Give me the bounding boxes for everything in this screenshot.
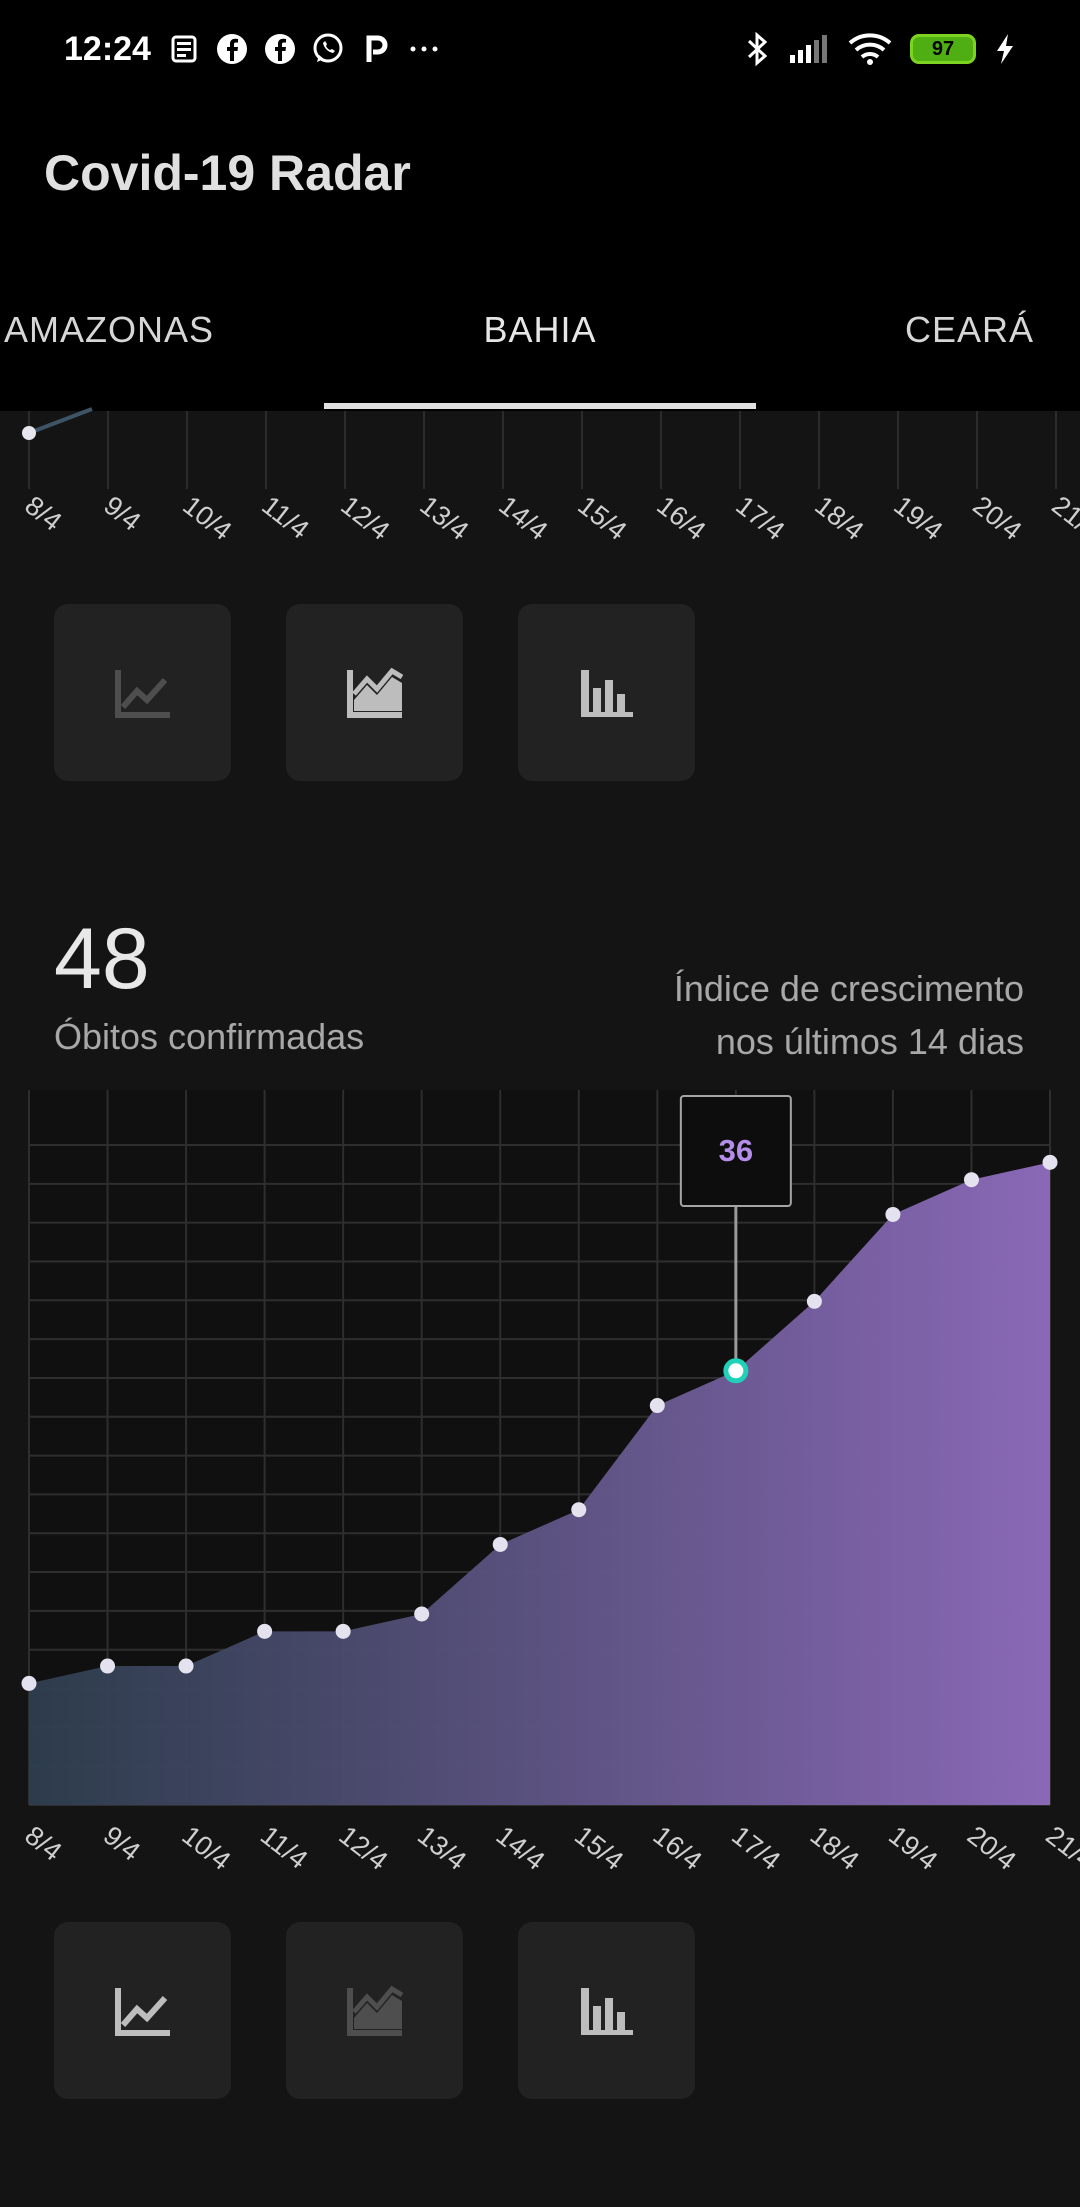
x-tick-label: 19/4 bbox=[888, 490, 948, 546]
signal-icon bbox=[790, 35, 827, 63]
x-tick-label: 13/4 bbox=[414, 490, 474, 546]
x-tick-label: 16/4 bbox=[648, 1820, 708, 1876]
tab-indicator bbox=[324, 403, 756, 409]
data-point bbox=[414, 1606, 430, 1622]
x-tick-label: 10/4 bbox=[177, 490, 237, 546]
bar-chart-icon bbox=[580, 669, 633, 717]
data-point bbox=[21, 1675, 37, 1691]
app-bar: Covid-19 Radar bbox=[0, 98, 1080, 248]
chart-type-toggle-bottom bbox=[54, 1922, 695, 2099]
status-bar: 12:24 97 bbox=[0, 0, 1080, 98]
x-tick-label: 20/4 bbox=[967, 490, 1027, 546]
x-tick-label: 18/4 bbox=[809, 490, 869, 546]
data-point bbox=[100, 1658, 116, 1674]
data-point bbox=[178, 1658, 194, 1674]
x-tick-label: 14/4 bbox=[493, 490, 553, 546]
data-point bbox=[649, 1398, 665, 1414]
x-tick-label: 17/4 bbox=[730, 490, 790, 546]
charging-icon bbox=[997, 34, 1013, 64]
highlighted-data-point[interactable] bbox=[723, 1358, 749, 1384]
data-point bbox=[22, 426, 36, 440]
data-point bbox=[492, 1536, 508, 1552]
bluetooth-icon bbox=[747, 31, 768, 67]
growth-index-label: Índice de crescimento nos últimos 14 dia… bbox=[504, 962, 1024, 1068]
line-chart-button[interactable] bbox=[54, 604, 231, 781]
data-point bbox=[885, 1206, 901, 1222]
app-title: Covid-19 Radar bbox=[44, 145, 411, 201]
more-icon bbox=[410, 46, 438, 52]
x-tick-label: 11/4 bbox=[255, 1820, 313, 1875]
facebook-icon bbox=[216, 34, 247, 64]
x-tick-label: 15/4 bbox=[569, 1820, 629, 1876]
tab-bahia[interactable]: BAHIA bbox=[324, 248, 756, 411]
x-tick-label: 16/4 bbox=[651, 490, 711, 546]
data-point bbox=[335, 1623, 351, 1639]
x-tick-label: 11/4 bbox=[256, 490, 314, 545]
x-tick-label: 18/4 bbox=[805, 1820, 865, 1876]
chart-type-toggle-top bbox=[54, 604, 695, 781]
tooltip-value: 36 bbox=[719, 1133, 753, 1168]
area-chart-button[interactable] bbox=[286, 604, 463, 781]
series-line bbox=[28, 407, 93, 435]
x-tick-label: 10/4 bbox=[176, 1820, 236, 1876]
news-icon bbox=[171, 35, 197, 63]
data-point bbox=[806, 1293, 822, 1309]
x-tick-label: 9/4 bbox=[98, 1820, 146, 1867]
growth-line-1: Índice de crescimento bbox=[673, 968, 1024, 1009]
deaths-label: Óbitos confirmadas bbox=[54, 1016, 365, 1057]
deaths-area-chart: 36 8/4 9/4 10/4 11/4 12/4 13/4 14/4 15/4 16/4 17/4… bbox=[19, 1090, 1080, 1876]
line-chart-icon bbox=[114, 669, 170, 718]
x-tick-label: 8/4 bbox=[19, 1820, 67, 1867]
x-tick-label: 19/4 bbox=[883, 1820, 943, 1876]
data-point bbox=[963, 1172, 979, 1188]
area-chart-icon bbox=[346, 667, 403, 718]
bar-chart-button[interactable] bbox=[518, 604, 695, 781]
deaths-count: 48 bbox=[54, 911, 150, 1007]
x-tick-label: 14/4 bbox=[491, 1820, 551, 1876]
wifi-icon bbox=[848, 33, 892, 65]
tab-amazonas[interactable]: AMAZONAS bbox=[0, 248, 220, 411]
x-tick-label: 12/4 bbox=[333, 1820, 393, 1876]
x-tick-label: 9/4 bbox=[98, 490, 146, 537]
data-point bbox=[1042, 1154, 1058, 1170]
growth-line-2: nos últimos 14 dias bbox=[715, 1021, 1024, 1062]
x-tick-label: 15/4 bbox=[572, 490, 632, 546]
app-screen: 12:24 97 Covid-19 Radar AMAZONAS BAHIA C… bbox=[0, 0, 1080, 2207]
x-tick-label: 21/4 bbox=[1040, 1820, 1080, 1876]
battery-level: 97 bbox=[931, 37, 955, 60]
bar-chart-button[interactable] bbox=[518, 1922, 695, 2099]
tab-ceara[interactable]: CEARÁ bbox=[860, 248, 1080, 411]
whatsapp-icon bbox=[313, 33, 343, 63]
area-chart-icon bbox=[346, 1985, 403, 2036]
cases-chart-partial: 8/4 9/4 10/4 11/4 12/4 13/4 14/4 15/4 16/4 17/4 18… bbox=[19, 407, 1080, 546]
x-tick-label: 12/4 bbox=[335, 490, 395, 546]
p-app-icon bbox=[366, 35, 388, 62]
state-tabs: AMAZONAS BAHIA CEARÁ bbox=[0, 248, 1080, 411]
x-tick-label: 8/4 bbox=[19, 490, 67, 537]
status-time: 12:24 bbox=[64, 29, 151, 68]
facebook-icon bbox=[264, 34, 295, 64]
x-tick-label: 13/4 bbox=[412, 1820, 472, 1876]
notification-icons bbox=[167, 32, 441, 66]
system-icons: 97 bbox=[744, 31, 1016, 67]
data-point bbox=[257, 1623, 273, 1639]
x-tick-label: 17/4 bbox=[726, 1820, 786, 1876]
area-chart-button[interactable] bbox=[286, 1922, 463, 2099]
battery-indicator: 97 bbox=[910, 34, 976, 64]
data-point bbox=[571, 1502, 587, 1518]
line-chart-icon bbox=[114, 1987, 170, 2036]
x-tick-label: 21/4 bbox=[1046, 490, 1080, 546]
line-chart-button[interactable] bbox=[54, 1922, 231, 2099]
x-tick-label: 20/4 bbox=[962, 1820, 1022, 1876]
bar-chart-icon bbox=[580, 1987, 633, 2035]
